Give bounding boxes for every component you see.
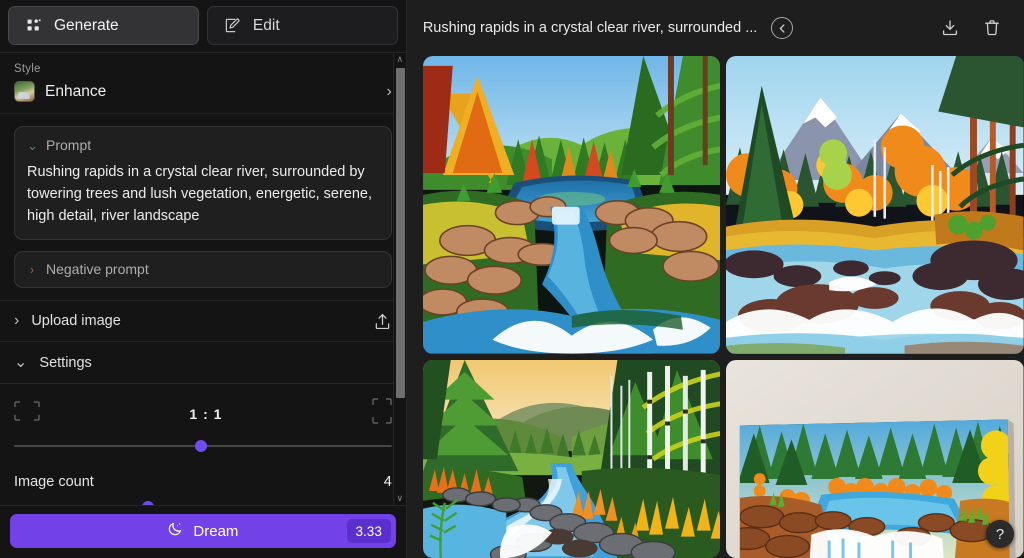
upload-image-label: Upload image <box>31 313 121 329</box>
chevron-right-icon: › <box>29 261 35 277</box>
dream-button[interactable]: Dream 3.33 <box>10 514 396 548</box>
prompt-card-header[interactable]: ⌄ Prompt <box>27 137 379 153</box>
slider-knob[interactable] <box>142 501 155 505</box>
pencil-square-icon <box>224 17 242 35</box>
results-panel: Rushing rapids in a crystal clear river,… <box>406 0 1024 558</box>
tab-generate[interactable]: Generate <box>8 6 199 45</box>
portrait-frame-icon[interactable] <box>372 398 392 429</box>
back-circle-icon[interactable] <box>771 17 794 39</box>
left-sidebar: Generate Edit Style Enhance › ⌄ Prompt R… <box>0 0 407 558</box>
prompt-card[interactable]: ⌄ Prompt Rushing rapids in a crystal cle… <box>14 126 392 240</box>
negative-prompt-card[interactable]: › Negative prompt <box>14 251 392 288</box>
page-title: Rushing rapids in a crystal clear river,… <box>422 20 758 36</box>
image-count-label: Image count <box>14 474 94 490</box>
scroll-up-arrow-icon[interactable]: ∧ <box>394 53 406 66</box>
dream-label: Dream <box>193 522 239 540</box>
landscape-frame-icon[interactable] <box>14 401 40 426</box>
credits-badge: 3.33 <box>346 519 391 543</box>
image-count-slider[interactable] <box>14 499 392 505</box>
help-button[interactable]: ? <box>986 520 1014 548</box>
download-icon[interactable] <box>936 14 964 42</box>
results-header: Rushing rapids in a crystal clear river,… <box>407 0 1024 56</box>
settings-body: 1 : 1 Image count 4 <box>0 384 406 505</box>
moon-icon <box>167 520 184 542</box>
lensa-generate-app: Generate Edit Style Enhance › ⌄ Prompt R… <box>0 0 1024 558</box>
upload-image-row[interactable]: › Upload image <box>0 300 406 342</box>
result-image-2[interactable] <box>726 56 1024 354</box>
slider-knob[interactable] <box>195 440 208 452</box>
result-image-1[interactable] <box>422 56 721 354</box>
tab-generate-label: Generate <box>54 16 119 34</box>
settings-row[interactable]: ⌄ Settings <box>0 342 406 384</box>
sidebar-scrollbar[interactable]: ∧ ∨ <box>392 53 406 505</box>
chevron-right-icon: › <box>386 82 392 100</box>
grid-icon <box>25 17 43 35</box>
image-count-value: 4 <box>383 474 392 490</box>
image-count-row: Image count 4 <box>14 474 392 490</box>
prompt-text[interactable]: Rushing rapids in a crystal clear river,… <box>27 161 379 227</box>
chevron-down-icon: ⌄ <box>14 353 28 371</box>
style-section: Style Enhance › <box>0 53 406 114</box>
negative-prompt-title: Negative prompt <box>46 261 149 277</box>
results-grid <box>407 56 1024 558</box>
mode-tabbar: Generate Edit <box>0 0 406 53</box>
style-thumbnail-icon <box>14 81 35 102</box>
style-selector[interactable]: Enhance › <box>14 81 392 102</box>
upload-icon[interactable] <box>373 312 392 331</box>
negative-prompt-header[interactable]: › Negative prompt <box>27 261 379 277</box>
aspect-ratio-row: 1 : 1 <box>14 398 392 429</box>
chevron-down-icon: ⌄ <box>27 137 38 153</box>
trash-icon[interactable] <box>978 14 1006 42</box>
style-value: Enhance <box>45 82 107 100</box>
scroll-down-arrow-icon[interactable]: ∨ <box>394 492 406 505</box>
scrollbar-thumb[interactable] <box>395 68 405 398</box>
result-image-4[interactable] <box>726 359 1024 558</box>
aspect-ratio-value: 1 : 1 <box>189 405 223 422</box>
aspect-ratio-slider[interactable] <box>14 438 392 454</box>
sidebar-scroll-area[interactable]: Style Enhance › ⌄ Prompt Rushing rapids … <box>0 53 406 505</box>
dream-bar: Dream 3.33 <box>0 505 406 558</box>
chevron-right-icon: › <box>14 312 20 329</box>
tab-edit[interactable]: Edit <box>206 6 398 45</box>
tab-edit-label: Edit <box>252 16 280 34</box>
result-image-3[interactable] <box>422 359 721 558</box>
style-label: Style <box>14 63 41 75</box>
settings-label: Settings <box>39 354 92 371</box>
prompt-title: Prompt <box>46 137 92 153</box>
